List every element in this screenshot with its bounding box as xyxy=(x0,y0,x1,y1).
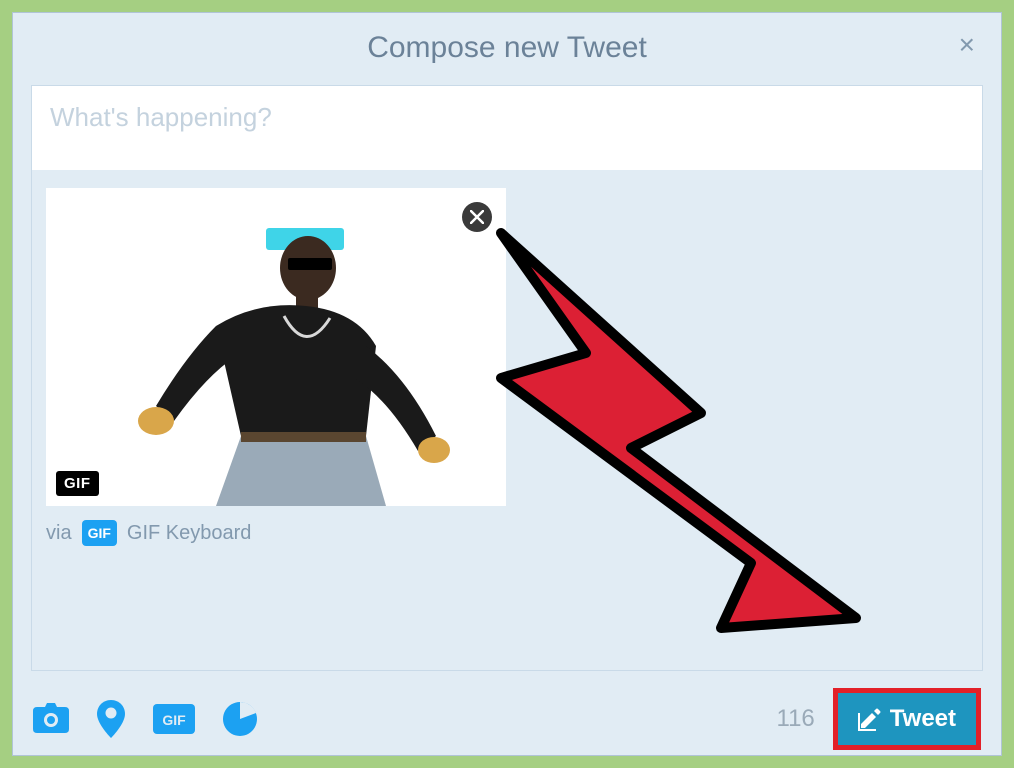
attribution-via: via xyxy=(46,522,72,545)
tweet-button-label: Tweet xyxy=(890,705,956,733)
footer-icons: GIF xyxy=(33,700,257,738)
media-area: GIF via GIF GIF Keyboard xyxy=(32,170,982,670)
tweet-button-highlight: Tweet xyxy=(833,688,981,750)
compose-icon xyxy=(858,707,882,731)
dialog-title: Compose new Tweet xyxy=(37,31,977,65)
gif-badge: GIF xyxy=(56,471,99,496)
character-count: 116 xyxy=(777,705,815,733)
compose-tweet-dialog: Compose new Tweet × What's happening? xyxy=(12,12,1002,756)
tweet-button[interactable]: Tweet xyxy=(838,693,976,745)
remove-gif-button[interactable] xyxy=(462,202,492,232)
attribution-source: GIF Keyboard xyxy=(127,522,252,545)
gif-image xyxy=(96,206,456,506)
location-icon[interactable] xyxy=(97,700,125,738)
compose-content: What's happening? xyxy=(31,85,983,671)
gif-attachment: GIF xyxy=(46,188,506,506)
tweet-placeholder: What's happening? xyxy=(50,102,272,132)
gif-attribution: via GIF GIF Keyboard xyxy=(46,520,968,546)
gif-keyboard-icon: GIF xyxy=(82,520,117,546)
close-icon[interactable]: × xyxy=(959,31,975,59)
compose-footer: GIF 116 Tweet xyxy=(13,683,1001,755)
dialog-header: Compose new Tweet × xyxy=(13,13,1001,85)
camera-icon[interactable] xyxy=(33,703,69,735)
gif-preview xyxy=(46,188,506,506)
poll-icon[interactable] xyxy=(223,702,257,736)
svg-text:GIF: GIF xyxy=(162,712,186,728)
gif-icon[interactable]: GIF xyxy=(153,704,195,734)
footer-right: 116 Tweet xyxy=(777,688,982,750)
close-icon xyxy=(470,210,484,224)
tweet-input[interactable]: What's happening? xyxy=(32,86,982,170)
